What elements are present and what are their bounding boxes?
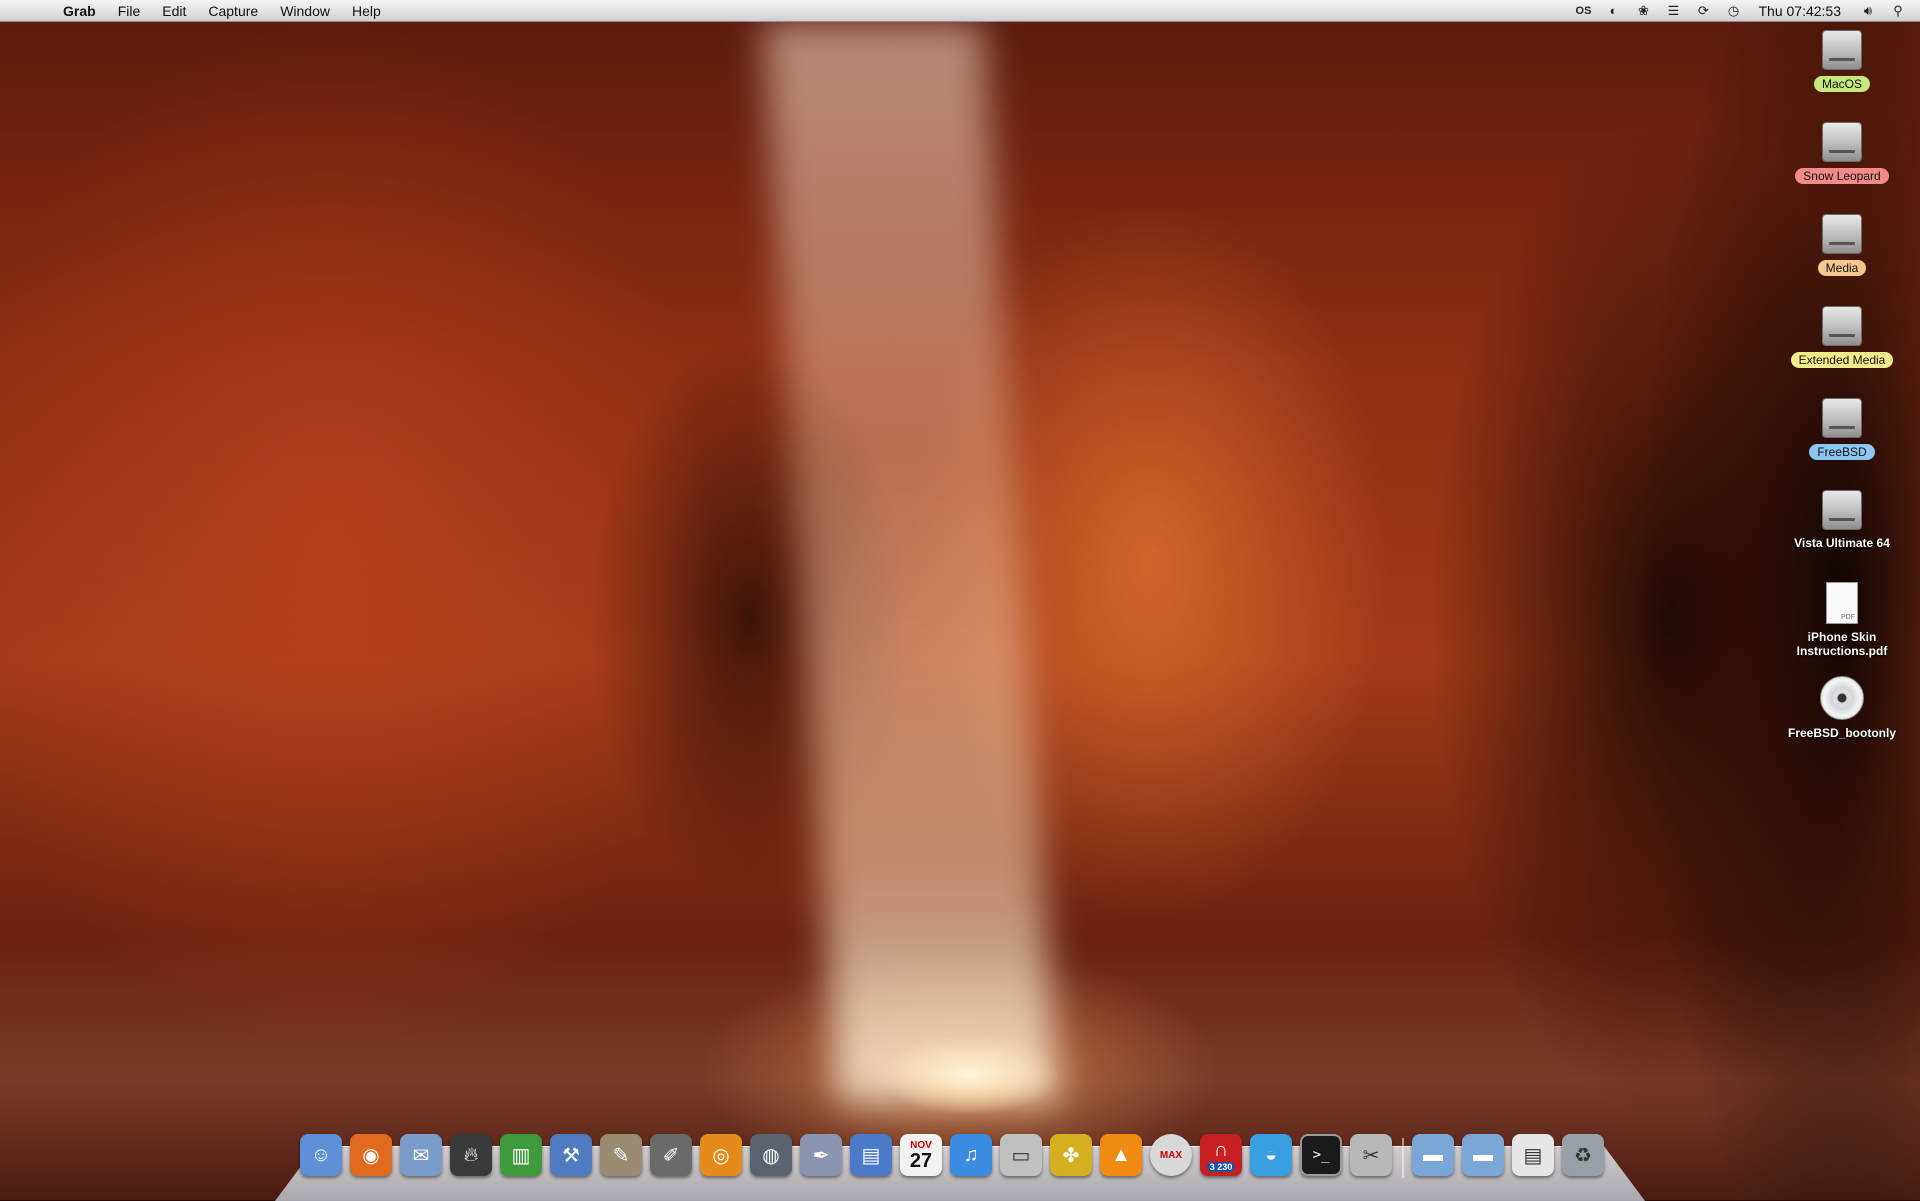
menu-window[interactable]: Window: [269, 0, 341, 22]
pineapple-icon[interactable]: ✤: [1050, 1134, 1092, 1176]
vlc-icon[interactable]: ▲: [1100, 1134, 1142, 1176]
xcode-icon[interactable]: ⚒: [550, 1134, 592, 1176]
dock: ☺ ◉ ✉ 🔥︎ ▥ ⚒ ✎ ✐ ◎ ◍ ✒ ▤ NOV 27 ♫ ▭ ✤ ▲ MAX ∩ 3 230 ◒ >_ ✂ ▬ ▬ ▤ ♻: [300, 1134, 1620, 1186]
desktop-item-label: FreeBSD_bootonly: [1787, 726, 1896, 740]
hard-drive-icon: [1822, 490, 1862, 530]
desktop-drive-vista[interactable]: Vista Ultimate 64: [1782, 490, 1902, 550]
mail-icon[interactable]: ✉: [400, 1134, 442, 1176]
hard-drive-icon: [1822, 306, 1862, 346]
finder-icon[interactable]: ☺: [300, 1134, 342, 1176]
desktop-drive-media[interactable]: Media: [1782, 214, 1902, 276]
trash-icon[interactable]: ♻: [1562, 1134, 1604, 1176]
menu-file[interactable]: File: [107, 0, 152, 22]
firefox-icon[interactable]: ◉: [350, 1134, 392, 1176]
books-icon[interactable]: ▥: [500, 1134, 542, 1176]
script-editor-icon[interactable]: ✒: [800, 1134, 842, 1176]
time-machine-icon[interactable]: ◷: [1723, 3, 1743, 19]
desktop-item-label: Media: [1817, 260, 1867, 276]
dock-separator: [1402, 1138, 1404, 1178]
menu-help[interactable]: Help: [341, 0, 392, 22]
desktop-item-label: Vista Ultimate 64: [1794, 536, 1890, 550]
downloads-stack-icon[interactable]: ▤: [1512, 1134, 1554, 1176]
max-cd-icon[interactable]: MAX: [1150, 1134, 1192, 1176]
sync-icon[interactable]: ⟳: [1693, 3, 1713, 19]
menu-capture[interactable]: Capture: [197, 0, 269, 22]
desktop-drive-freebsd[interactable]: FreeBSD: [1782, 398, 1902, 460]
moon-icon[interactable]: ◐: [1603, 3, 1623, 19]
desktop-disc-freebsd-bootonly[interactable]: FreeBSD_bootonly: [1782, 676, 1902, 740]
desktop-item-label: Snow Leopard: [1795, 168, 1889, 184]
menu-edit[interactable]: Edit: [151, 0, 197, 22]
hard-drive-icon: [1822, 30, 1862, 70]
speaker-icon[interactable]: 🔊︎: [1858, 3, 1878, 19]
calendar-icon[interactable]: NOV 27: [900, 1134, 942, 1176]
desktop-drive-macos[interactable]: MacOS: [1782, 30, 1902, 92]
menu-clock[interactable]: Thu 07:42:53: [1758, 3, 1841, 19]
desktop-drive-snow-leopard[interactable]: Snow Leopard: [1782, 122, 1902, 184]
magnet-icon[interactable]: ∩ 3 230: [1200, 1134, 1242, 1176]
menu-extras: OS ◐ ❀ ☰ ⟳ ◷ Thu 07:42:53 🔊︎ ⚲: [1568, 0, 1920, 22]
wifi-list-icon[interactable]: ☰: [1663, 3, 1683, 19]
chart-app-icon[interactable]: ▤: [850, 1134, 892, 1176]
desktop-item-label: FreeBSD: [1809, 444, 1875, 460]
paw-icon[interactable]: ❀: [1633, 3, 1653, 19]
screenshot-tool-icon[interactable]: ✂: [1350, 1134, 1392, 1176]
beach-ball-icon[interactable]: ◒: [1250, 1134, 1292, 1176]
desktop-item-label: iPhone Skin Instructions.pdf: [1796, 630, 1888, 658]
hard-drive-icon: [1822, 214, 1862, 254]
cd-disc-icon: [1820, 676, 1864, 720]
os-icon[interactable]: OS: [1573, 3, 1593, 19]
documents-folder-icon[interactable]: ▬: [1462, 1134, 1504, 1176]
terminal-icon[interactable]: >_: [1300, 1134, 1342, 1176]
burn-icon[interactable]: 🔥︎: [450, 1134, 492, 1176]
menu-bar: Grab File Edit Capture Window Help OS ◐ …: [0, 0, 1920, 22]
magnifier-icon[interactable]: ⚲: [1888, 3, 1908, 19]
gimp-icon[interactable]: ✎: [600, 1134, 642, 1176]
desktop-item-label: Extended Media: [1790, 352, 1894, 368]
pdf-document-icon: PDF: [1826, 582, 1858, 624]
disk-utility-icon[interactable]: ◍: [750, 1134, 792, 1176]
toaster-icon[interactable]: ▭: [1000, 1134, 1042, 1176]
pencil-icon[interactable]: ✐: [650, 1134, 692, 1176]
calendar-day-label: 27: [909, 1149, 933, 1172]
max-label: MAX: [1159, 1149, 1183, 1161]
desktop-drive-extended-media[interactable]: Extended Media: [1782, 306, 1902, 368]
blender-icon[interactable]: ◎: [700, 1134, 742, 1176]
calendar-month-label: NOV: [910, 1139, 932, 1151]
desktop-file-iphone-skin-pdf[interactable]: PDF iPhone Skin Instructions.pdf: [1782, 582, 1902, 658]
magnet-count-badge: 3 230: [1206, 1161, 1236, 1172]
hard-drive-icon: [1822, 398, 1862, 438]
itunes-icon[interactable]: ♫: [950, 1134, 992, 1176]
desktop-item-label: MacOS: [1813, 76, 1870, 92]
app-menu-grab[interactable]: Grab: [52, 0, 107, 22]
applications-folder-icon[interactable]: ▬: [1412, 1134, 1454, 1176]
hard-drive-icon: [1822, 122, 1862, 162]
